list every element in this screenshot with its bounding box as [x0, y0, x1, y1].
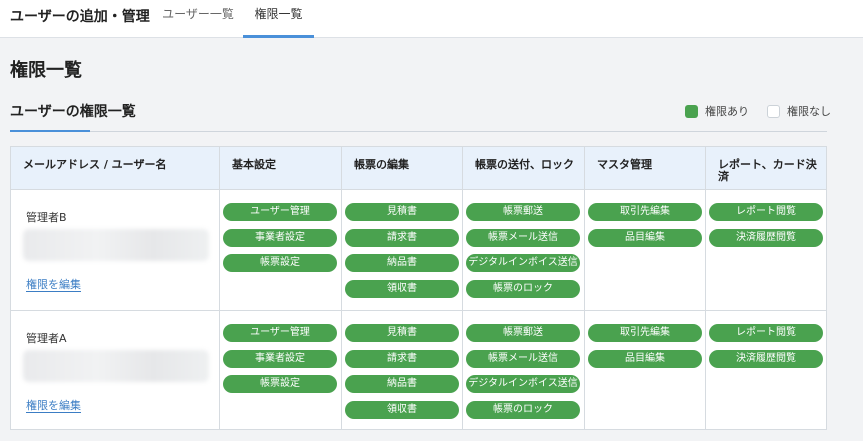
section-divider-accent — [10, 130, 90, 132]
permission-badge: レポート閲覧 — [709, 324, 823, 342]
active-tab-indicator — [243, 35, 314, 38]
permission-badge: 品目編集 — [588, 228, 702, 247]
tab-user-list[interactable]: ユーザー一覧 — [155, 0, 241, 38]
permission-badge: レポート閲覧 — [709, 203, 823, 221]
permission-badge: 領収書 — [345, 279, 459, 298]
permission-badge: 帳票郵送 — [466, 203, 580, 221]
table-header: メールアドレス / ユーザー名 基本設定 帳票の編集 帳票の送付、ロック マスタ… — [11, 147, 826, 190]
legend-not-granted: 権限なし — [767, 103, 831, 119]
permission-badge: 取引先編集 — [588, 203, 702, 221]
user-cell: 管理者A 権限を編集 — [11, 311, 220, 430]
legend-granted-label: 権限あり — [705, 105, 749, 118]
column-header-user: メールアドレス / ユーザー名 — [11, 147, 220, 190]
tab-label: 権限一覧 — [254, 7, 303, 21]
report-payment-cell: レポート閲覧 決済履歴閲覧 — [706, 190, 826, 310]
granted-swatch-icon — [685, 104, 698, 118]
permission-badge: 帳票のロック — [466, 279, 580, 298]
permission-badge: 決済履歴閲覧 — [709, 228, 823, 247]
permission-badge: 請求書 — [345, 228, 459, 247]
permission-table: メールアドレス / ユーザー名 基本設定 帳票の編集 帳票の送付、ロック マスタ… — [10, 146, 827, 430]
top-bar: ユーザーの追加・管理 ユーザー一覧 権限一覧 — [0, 0, 863, 38]
edit-permission-link[interactable]: 権限を編集 — [26, 399, 81, 413]
document-send-cell: 帳票郵送 帳票メール送信 デジタルインボイス送信 帳票のロック — [463, 311, 585, 430]
permission-badge: デジタルインボイス送信 — [466, 375, 580, 393]
permission-badge: ユーザー管理 — [223, 203, 337, 221]
permission-badge: 帳票のロック — [466, 400, 580, 419]
table-row: 管理者A 権限を編集 ユーザー管理 事業者設定 帳票設定 見積書 請求書 納品書… — [11, 311, 826, 430]
column-header-report: レポート、カード決済 — [718, 158, 817, 183]
user-cell: 管理者B 権限を編集 — [11, 190, 220, 310]
permission-badge: 帳票メール送信 — [466, 349, 580, 368]
permission-badge: 見積書 — [345, 203, 459, 221]
master-management-cell: 取引先編集 品目編集 — [585, 311, 706, 430]
permission-badge: 帳票郵送 — [466, 324, 580, 342]
edit-permission-link[interactable]: 権限を編集 — [26, 278, 81, 292]
document-edit-cell: 見積書 請求書 納品書 領収書 — [342, 311, 463, 430]
document-send-cell: 帳票郵送 帳票メール送信 デジタルインボイス送信 帳票のロック — [463, 190, 585, 310]
permission-badge: 納品書 — [345, 254, 459, 272]
section-title: ユーザーの権限一覧 — [10, 104, 136, 120]
report-payment-cell: レポート閲覧 決済履歴閲覧 — [706, 311, 826, 430]
permission-badge: 決済履歴閲覧 — [709, 349, 823, 368]
page-title: 権限一覧 — [10, 60, 82, 81]
document-edit-cell: 見積書 請求書 納品書 領収書 — [342, 190, 463, 310]
permission-badge: 納品書 — [345, 375, 459, 393]
column-header-send: 帳票の送付、ロック — [463, 147, 585, 190]
section-divider — [10, 131, 827, 132]
column-header-edit: 帳票の編集 — [342, 147, 463, 190]
column-header-master: マスタ管理 — [585, 147, 706, 190]
permission-badge: 領収書 — [345, 400, 459, 419]
legend-not-granted-label: 権限なし — [787, 105, 831, 118]
permission-badge: 事業者設定 — [223, 228, 337, 247]
permission-badge: ユーザー管理 — [223, 324, 337, 342]
permission-badge: 取引先編集 — [588, 324, 702, 342]
blurred-email — [23, 350, 209, 382]
permission-badge: 帳票設定 — [223, 254, 337, 272]
permission-badge: 請求書 — [345, 349, 459, 368]
permission-badge: 見積書 — [345, 324, 459, 342]
column-header-basic: 基本設定 — [220, 147, 342, 190]
not-granted-swatch-icon — [767, 104, 780, 118]
user-name: 管理者B — [26, 211, 67, 224]
permission-badge: 帳票メール送信 — [466, 228, 580, 247]
table-row: 管理者B 権限を編集 ユーザー管理 事業者設定 帳票設定 見積書 請求書 納品書… — [11, 190, 826, 311]
user-name: 管理者A — [26, 332, 67, 345]
tab-permission-list[interactable]: 権限一覧 — [243, 0, 314, 38]
permission-badge: デジタルインボイス送信 — [466, 254, 580, 272]
permission-badge: 帳票設定 — [223, 375, 337, 393]
basic-settings-cell: ユーザー管理 事業者設定 帳票設定 — [220, 311, 342, 430]
basic-settings-cell: ユーザー管理 事業者設定 帳票設定 — [220, 190, 342, 310]
master-management-cell: 取引先編集 品目編集 — [585, 190, 706, 310]
tab-label: ユーザー一覧 — [162, 7, 234, 21]
blurred-email — [23, 229, 209, 261]
app-title: ユーザーの追加・管理 — [10, 9, 150, 25]
legend-granted: 権限あり — [685, 103, 749, 119]
permission-badge: 品目編集 — [588, 349, 702, 368]
permission-badge: 事業者設定 — [223, 349, 337, 368]
